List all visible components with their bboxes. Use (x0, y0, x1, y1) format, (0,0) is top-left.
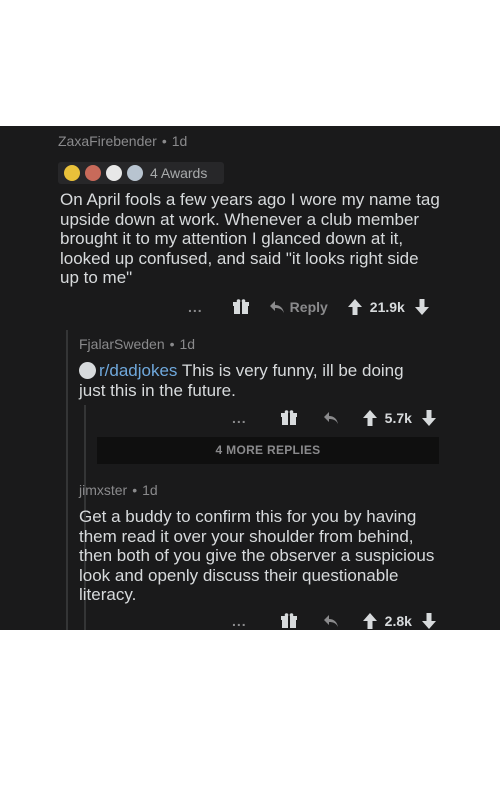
reply-label: Reply (289, 299, 328, 315)
comment-3-score: 2.8k (384, 613, 412, 629)
reply-icon (323, 412, 338, 424)
gift-icon[interactable] (232, 299, 249, 315)
gift-icon[interactable] (280, 613, 297, 629)
comment-2-score: 5.7k (384, 410, 412, 426)
comment-1-line: On April fools a few years ago I wore my… (60, 190, 440, 209)
comment-1-meta: ZaxaFirebender • 1d (58, 133, 187, 149)
comment-2-author[interactable]: FjalarSweden (79, 336, 165, 352)
reply-button[interactable] (323, 411, 339, 425)
reply-icon (269, 301, 284, 313)
comment-1-author[interactable]: ZaxaFirebender (58, 133, 157, 149)
downvote-icon (414, 299, 429, 315)
more-options-button[interactable]: ... (232, 613, 247, 629)
comment-3-line: them read it over your shoulder from beh… (79, 526, 414, 546)
award-wholesome-icon (127, 165, 143, 181)
reply-icon (323, 615, 338, 627)
more-options-button[interactable]: ... (188, 299, 203, 315)
subreddit-avatar-icon (79, 362, 96, 379)
upvote-button[interactable] (362, 613, 377, 629)
upvote-icon (362, 410, 377, 426)
comment-3-body: Get a buddy to confirm this for you by h… (79, 507, 434, 605)
awards-count: 4 Awards (150, 165, 208, 181)
comment-1-line: up to me" (60, 268, 133, 287)
comment-2-meta: FjalarSweden • 1d (79, 336, 195, 352)
gift-icon[interactable] (280, 410, 297, 426)
comment-3-age: 1d (142, 482, 158, 498)
award-silver-icon (85, 165, 101, 181)
awards-bar[interactable]: 4 Awards (58, 162, 224, 184)
comment-2-line: just this in the future. (79, 380, 236, 400)
reply-button[interactable] (323, 614, 339, 628)
downvote-icon (421, 613, 436, 629)
downvote-button[interactable] (421, 613, 436, 629)
comment-3-line: look and openly discuss their questionab… (79, 565, 399, 585)
upvote-icon (362, 613, 377, 629)
comment-3-line: literacy. (79, 585, 137, 604)
award-helpful-icon (106, 165, 122, 181)
separator-dot: • (161, 133, 167, 149)
comment-3-actions: ... 2.8k (232, 610, 436, 632)
comment-1-body: On April fools a few years ago I wore my… (60, 190, 440, 288)
upvote-icon (347, 299, 362, 315)
subreddit-link[interactable]: r/dadjokes (99, 361, 177, 380)
comment-1-line: upside down at work. Whenever a club mem… (60, 209, 420, 229)
more-options-button[interactable]: ... (232, 410, 247, 426)
separator-dot: • (169, 336, 175, 352)
comment-1-line: looked up confused, and said "it looks r… (60, 248, 419, 268)
reply-button[interactable]: Reply (269, 299, 328, 315)
comment-1-line: brought it to my attention I glanced dow… (60, 229, 404, 248)
comment-3-line: Get a buddy to confirm this for you by h… (79, 507, 417, 526)
comment-3-line: then both of you give the observer a sus… (79, 546, 435, 565)
comment-2-line: This is very funny, ill be doing (177, 361, 404, 380)
more-replies-button[interactable]: 4 MORE REPLIES (97, 437, 439, 464)
downvote-icon (421, 410, 436, 426)
comment-2-actions: ... 5.7k (232, 407, 436, 429)
comment-3-meta: jimxster • 1d (79, 482, 158, 498)
downvote-button[interactable] (421, 410, 436, 426)
comment-2-age: 1d (179, 336, 196, 352)
downvote-button[interactable] (414, 299, 429, 315)
thread-line[interactable] (66, 330, 68, 630)
comment-1-score: 21.9k (369, 299, 405, 315)
comment-1-actions: ... Reply 21.9k (188, 296, 429, 318)
award-gold-icon (64, 165, 80, 181)
comment-1-age: 1d (171, 133, 188, 149)
comment-3-author[interactable]: jimxster (79, 482, 127, 498)
separator-dot: • (132, 482, 138, 498)
upvote-button[interactable] (347, 299, 362, 315)
upvote-button[interactable] (362, 410, 377, 426)
comment-2-body: r/dadjokes This is very funny, ill be do… (79, 361, 404, 400)
